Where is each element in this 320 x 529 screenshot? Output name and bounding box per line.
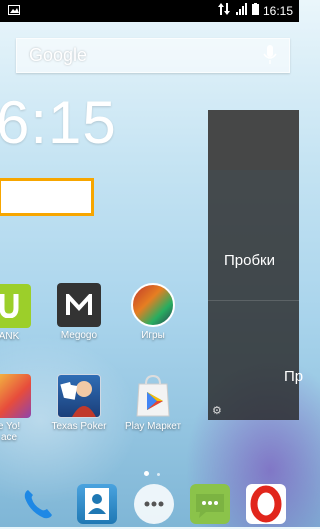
play-store-icon <box>131 374 175 418</box>
signal-icon <box>235 3 248 18</box>
texas-poker-icon <box>57 374 101 418</box>
page-dot <box>157 473 161 476</box>
battery-icon <box>251 3 259 18</box>
contacts-icon[interactable] <box>77 484 117 524</box>
image-notification-icon <box>8 4 20 18</box>
app-label: ANK <box>0 331 20 342</box>
app-label: Texas Poker <box>51 421 107 432</box>
app-texas-poker[interactable]: Texas Poker <box>44 374 114 432</box>
widget-search-input[interactable] <box>0 178 94 216</box>
ank-icon <box>0 284 31 328</box>
partial-label[interactable]: Пр <box>284 368 303 385</box>
status-bar: 16:15 <box>0 0 299 22</box>
messaging-icon[interactable] <box>190 484 230 524</box>
app-play-market[interactable]: Play Маркет <box>118 374 188 432</box>
data-icon <box>217 3 232 18</box>
gear-icon[interactable]: ⚙ <box>212 404 222 417</box>
page-dot-active <box>144 471 149 476</box>
opera-icon[interactable] <box>246 484 286 524</box>
app-ho-yo[interactable]: e Yo! ace <box>0 374 44 443</box>
google-search-bar[interactable]: Google <box>16 38 290 73</box>
dock <box>0 478 299 527</box>
microphone-icon[interactable] <box>263 45 277 65</box>
games-folder-icon <box>131 283 175 327</box>
app-label: e Yo! ace <box>0 421 21 443</box>
megogo-icon <box>57 283 101 327</box>
app-games[interactable]: Игры <box>118 283 188 341</box>
app-label: Megogo <box>60 330 98 341</box>
app-ank[interactable]: ANK <box>0 284 44 342</box>
app-label: Play Маркет <box>124 421 182 432</box>
status-time: 16:15 <box>262 3 293 18</box>
traffic-label[interactable]: Пробки <box>224 252 275 269</box>
widget-divider <box>208 300 299 301</box>
widget-header <box>208 110 299 170</box>
google-search-label: Google <box>29 45 88 65</box>
phone-icon[interactable] <box>18 484 58 524</box>
app-label: Игры <box>141 330 165 341</box>
ho-yo-icon <box>0 374 31 418</box>
clock-widget[interactable]: 6:15 <box>0 88 117 157</box>
app-drawer-icon[interactable] <box>134 484 174 524</box>
app-megogo[interactable]: Megogo <box>44 283 114 341</box>
